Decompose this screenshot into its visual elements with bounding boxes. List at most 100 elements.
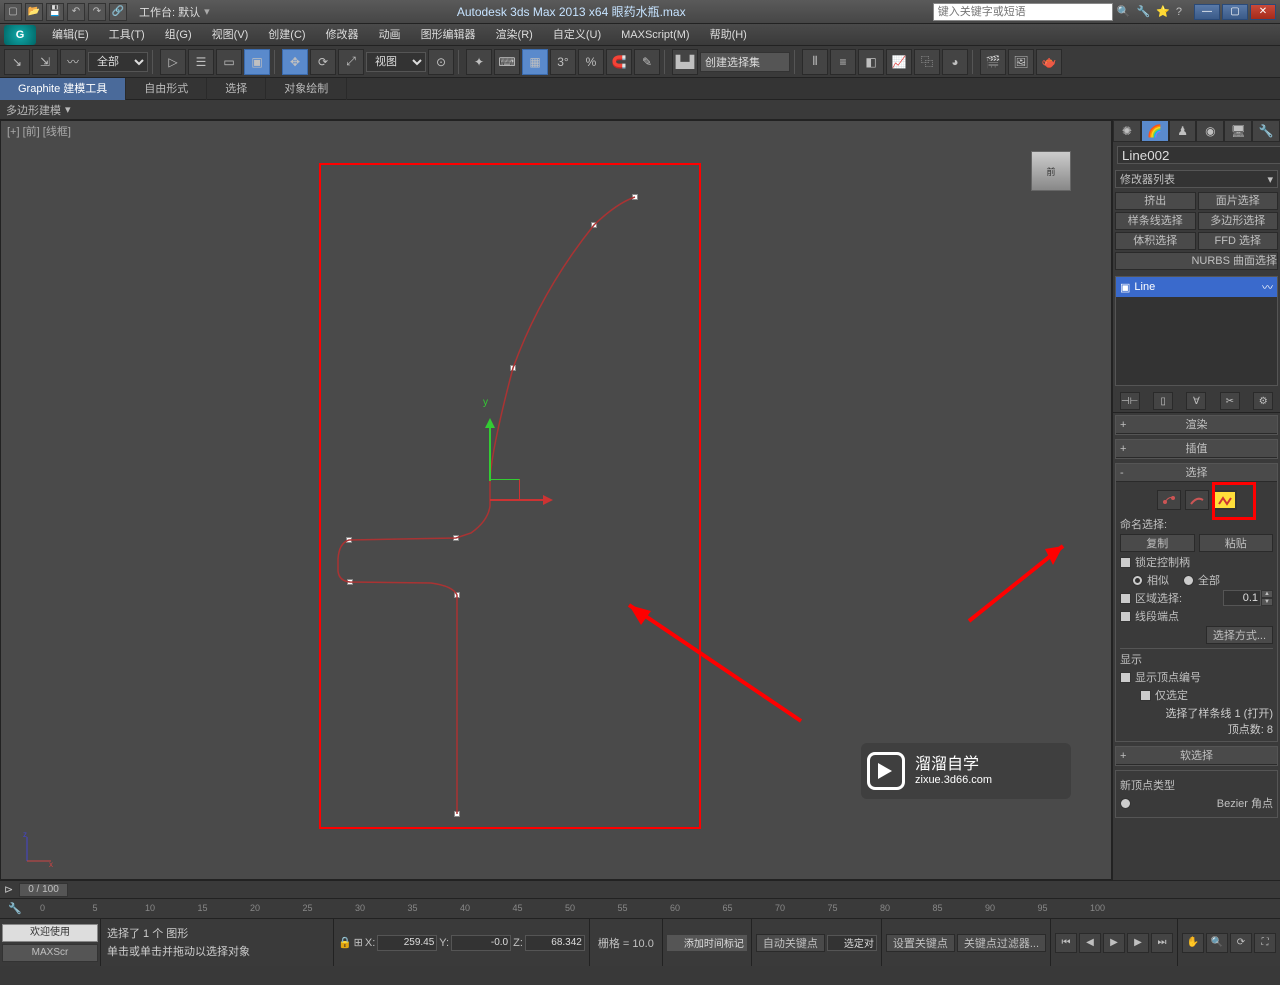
timeline-config-icon[interactable]: 🔧 [8,902,22,915]
rollout-interp-header[interactable]: +插值 [1116,440,1277,458]
viewport-nav-max-icon[interactable]: ⛶ [1254,933,1276,953]
ribbon-tab-graphite[interactable]: Graphite 建模工具 [0,78,126,100]
menu-views[interactable]: 视图(V) [202,24,259,46]
configure-sets-icon[interactable]: ⚙ [1253,392,1273,410]
all-radio[interactable] [1183,575,1194,586]
select-by-name-icon[interactable]: ☰ [188,49,214,75]
close-button[interactable]: ✕ [1250,4,1276,20]
spline-vertex[interactable] [454,592,460,598]
menu-customize[interactable]: 自定义(U) [543,24,611,46]
key-filters-button[interactable]: 关键点过滤器... [957,934,1046,952]
mod-spline-select-button[interactable]: 样条线选择 [1115,212,1196,230]
menu-rendering[interactable]: 渲染(R) [486,24,543,46]
mod-nurbs-button[interactable]: NURBS 曲面选择 [1115,252,1278,270]
object-name-input[interactable] [1117,146,1280,164]
minimize-button[interactable]: — [1194,4,1220,20]
save-icon[interactable]: 💾 [46,3,64,21]
coord-z-input[interactable] [525,935,585,951]
modify-tab-icon[interactable]: 🌈 [1141,120,1169,142]
new-icon[interactable]: ▢ [4,3,22,21]
copy-sel-button[interactable]: 复制 [1120,534,1195,552]
ribbon-tab-selection[interactable]: 选择 [207,78,266,100]
mod-ffd-select-button[interactable]: FFD 选择 [1198,232,1279,250]
select-rotate-icon[interactable]: ⟳ [310,49,336,75]
bind-space-warp-icon[interactable]: 〰 [60,49,86,75]
stack-subobj-icon[interactable]: 〰 [1262,279,1273,295]
maximize-button[interactable]: ▢ [1222,4,1248,20]
gizmo-x-axis[interactable] [490,499,550,501]
show-vert-num-checkbox[interactable] [1120,672,1131,683]
utilities-tab-icon[interactable]: 🔧 [1252,120,1280,142]
prev-frame-icon[interactable]: ◀ [1079,933,1101,953]
menu-graph-editors[interactable]: 图形编辑器 [411,24,486,46]
curve-editor-icon[interactable]: 📈 [886,49,912,75]
chevron-down-icon[interactable]: ▾ [65,103,71,116]
view-cube[interactable]: 前 [1031,151,1071,191]
app-icon[interactable]: G [4,25,36,45]
key-sel-input[interactable] [827,935,877,951]
segment-end-checkbox[interactable] [1120,611,1131,622]
unlink-icon[interactable]: ⇲ [32,49,58,75]
stack-item-line[interactable]: ▣ Line 〰 [1116,277,1277,297]
spline-vertex[interactable] [591,222,597,228]
modifier-list-dropdown[interactable]: 修改器列表▾ [1115,170,1278,188]
percent-snap-icon[interactable]: % [578,49,604,75]
redo-icon[interactable]: ↷ [88,3,106,21]
layer-manager-icon[interactable]: ≡ [830,49,856,75]
make-unique-icon[interactable]: ∀ [1186,392,1206,410]
time-slider-handle[interactable]: 0 / 100 [19,883,68,897]
coord-y-input[interactable] [451,935,511,951]
help-icon[interactable]: ? [1176,6,1182,18]
remove-modifier-icon[interactable]: ✂ [1220,392,1240,410]
welcome-button[interactable]: 欢迎使用 [2,924,98,942]
goto-start-icon[interactable]: ⏮ [1055,933,1077,953]
spline-vertex[interactable] [510,365,516,371]
gizmo-y-axis[interactable] [489,421,491,481]
spinner-snap-icon[interactable]: 🧲 [606,49,632,75]
next-frame-icon[interactable]: ▶ [1127,933,1149,953]
menu-group[interactable]: 组(G) [155,24,202,46]
rollout-soft-header[interactable]: +软选择 [1116,747,1277,765]
spinner-down-icon[interactable]: ▼ [1261,598,1273,606]
select-manipulate-icon[interactable]: ✦ [466,49,492,75]
mirror-icon[interactable]: ▙▟ [672,49,698,75]
spline-vertex[interactable] [453,535,459,541]
rendered-frame-icon[interactable]: 🖼 [1008,49,1034,75]
auto-key-button[interactable]: 自动关键点 [756,934,825,952]
similar-radio[interactable] [1132,575,1143,586]
menu-maxscript[interactable]: MAXScript(M) [611,24,699,46]
area-select-spinner[interactable]: ▲▼ [1223,590,1273,606]
open-icon[interactable]: 📂 [25,3,43,21]
spline-vertex[interactable] [347,579,353,585]
menu-create[interactable]: 创建(C) [258,24,315,46]
ribbon-tab-object-paint[interactable]: 对象绘制 [266,78,347,100]
pin-stack-icon[interactable]: ⊣⊢ [1120,392,1140,410]
spline-vertex[interactable] [632,194,638,200]
motion-tab-icon[interactable]: ◉ [1196,120,1224,142]
menu-tools[interactable]: 工具(T) [99,24,155,46]
selected-only-checkbox[interactable] [1140,690,1151,701]
render-icon[interactable]: 🫖 [1036,49,1062,75]
time-slider[interactable]: ⊳ 0 / 100 [0,880,1280,898]
select-link-icon[interactable]: ↘ [4,49,30,75]
link-icon[interactable]: 🔗 [109,3,127,21]
named-selection-input[interactable] [700,52,790,72]
viewport-nav-zoom-icon[interactable]: 🔍 [1206,933,1228,953]
ribbon-tab-freeform[interactable]: 自由形式 [126,78,207,100]
viewport-front[interactable]: [+] [前] [线框] 前 y zx [0,120,1112,880]
render-setup-icon[interactable]: 🎬 [980,49,1006,75]
mod-patch-select-button[interactable]: 面片选择 [1198,192,1279,210]
rollout-selection-header[interactable]: -选择 [1116,464,1277,482]
viewport-nav-orbit-icon[interactable]: ⟳ [1230,933,1252,953]
edit-named-sel-icon[interactable]: ✎ [634,49,660,75]
gizmo-plane[interactable] [490,479,520,499]
comm-icon[interactable]: ⭐ [1156,5,1170,18]
show-end-result-icon[interactable]: ▯ [1153,392,1173,410]
timeline-ruler[interactable]: 🔧 05101520253035404550556065707580859095… [0,898,1280,918]
lock-selection-icon[interactable]: 🔒 [338,936,352,949]
help-search-input[interactable] [933,3,1113,21]
viewport-label[interactable]: [+] [前] [线框] [7,123,71,139]
material-editor-icon[interactable]: ◕ [942,49,968,75]
maxscript-button[interactable]: MAXScr [2,944,98,962]
angle-snap-icon[interactable]: 3° [550,49,576,75]
